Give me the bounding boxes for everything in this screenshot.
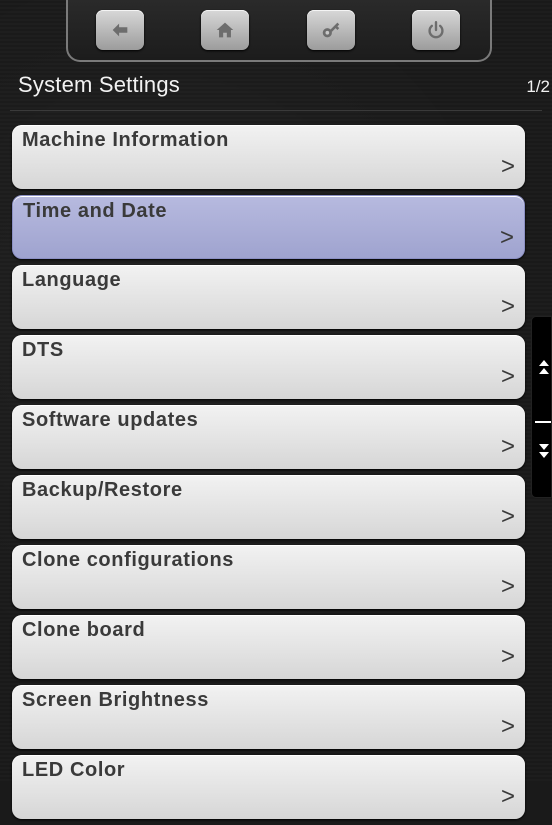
scrollbar[interactable] [531,316,552,498]
chevron-right-icon: > [500,503,515,530]
key-button[interactable] [307,10,355,50]
header-divider [10,110,542,111]
chevron-right-icon: > [499,224,514,251]
scroll-up-icon[interactable] [537,357,551,379]
settings-screen: System Settings 1/2 Machine Information … [0,0,552,819]
menu-item-label: Clone configurations [22,549,234,571]
chevron-right-icon: > [500,433,515,460]
chevron-right-icon: > [500,643,515,670]
chevron-right-icon: > [500,363,515,390]
chevron-right-icon: > [500,153,515,180]
menu-item-machine-information[interactable]: Machine Information > [12,125,525,189]
top-toolbar [66,0,492,62]
menu-item-software-updates[interactable]: Software updates > [12,405,525,469]
home-icon [216,22,234,38]
menu-item-label: LED Color [22,759,126,781]
power-button[interactable] [412,10,460,50]
menu-item-time-and-date[interactable]: Time and Date > [12,195,525,259]
key-icon [322,22,340,38]
menu-item-clone-configurations[interactable]: Clone configurations > [12,545,525,609]
menu-item-led-color[interactable]: LED Color > [12,755,525,819]
back-arrow-icon [112,23,128,37]
chevron-right-icon: > [500,713,515,740]
menu-item-dts[interactable]: DTS > [12,335,525,399]
chevron-right-icon: > [500,573,515,600]
chevron-right-icon: > [500,293,515,320]
power-icon [428,21,444,39]
menu-item-backup-restore[interactable]: Backup/Restore > [12,475,525,539]
scroll-position-indicator [535,421,551,423]
menu-item-clone-board[interactable]: Clone board > [12,615,525,679]
page-indicator: 1/2 [526,77,550,96]
menu-item-language[interactable]: Language > [12,265,525,329]
chevron-right-icon: > [500,783,515,810]
menu-item-label: Software updates [22,409,199,431]
settings-menu-list: Machine Information > Time and Date > La… [12,125,525,825]
home-button[interactable] [201,10,249,50]
menu-item-label: Time and Date [23,200,168,222]
menu-item-label: DTS [22,339,64,361]
page-title: System Settings [18,72,180,97]
menu-item-label: Clone board [22,619,146,641]
menu-item-label: Backup/Restore [22,479,183,501]
menu-item-screen-brightness[interactable]: Screen Brightness > [12,685,525,749]
menu-item-label: Screen Brightness [22,689,209,711]
menu-item-label: Machine Information [22,129,229,151]
back-button[interactable] [96,10,144,50]
menu-item-label: Language [22,269,122,291]
scroll-down-icon[interactable] [537,439,551,461]
